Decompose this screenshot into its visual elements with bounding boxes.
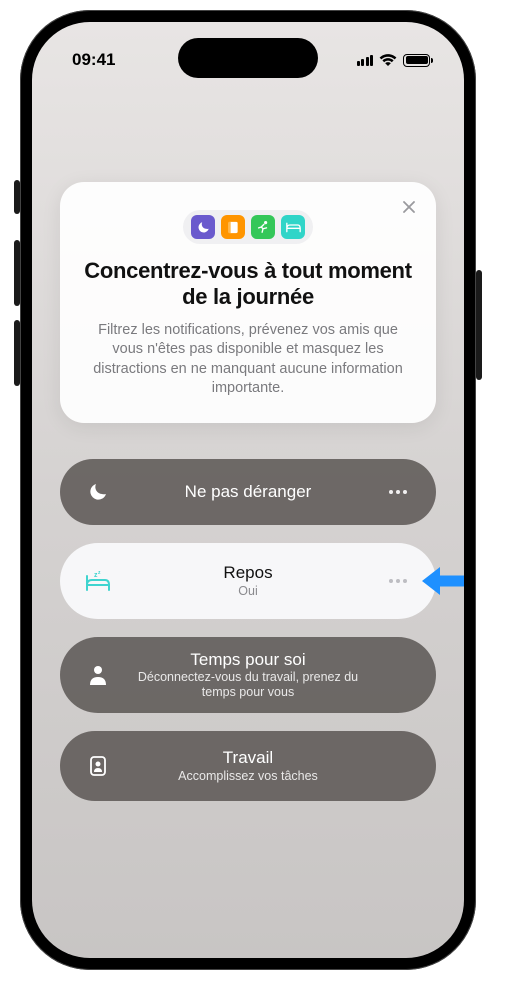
pointer-arrow-icon xyxy=(418,561,464,601)
close-icon[interactable] xyxy=(398,196,420,218)
runner-icon xyxy=(251,215,275,239)
focus-label: Ne pas déranger xyxy=(185,482,312,502)
screen: 09:41 xyxy=(32,22,464,958)
focus-label: Temps pour soi xyxy=(190,650,305,670)
person-icon xyxy=(82,665,114,685)
svg-text:z: z xyxy=(98,570,101,576)
moon-icon xyxy=(82,482,114,502)
more-icon[interactable] xyxy=(382,579,414,583)
dynamic-island xyxy=(178,38,318,78)
bed-sleep-icon: z z xyxy=(82,570,114,592)
hardware-power-button xyxy=(476,270,482,380)
focus-label: Travail xyxy=(223,748,273,768)
focus-item-dnd[interactable]: Ne pas déranger xyxy=(60,459,436,525)
cellular-signal-icon xyxy=(357,55,374,66)
status-right xyxy=(357,53,431,67)
book-icon xyxy=(221,215,245,239)
focus-setup-content: Concentrez-vous à tout moment de la jour… xyxy=(32,182,464,801)
intro-title: Concentrez-vous à tout moment de la jour… xyxy=(82,258,414,311)
intro-card: Concentrez-vous à tout moment de la jour… xyxy=(60,182,436,423)
intro-description: Filtrez les notifications, prévenez vos … xyxy=(82,321,414,399)
status-time: 09:41 xyxy=(72,50,115,70)
focus-item-personal[interactable]: Temps pour soi Déconnectez-vous du trava… xyxy=(60,637,436,713)
wifi-icon xyxy=(379,53,397,67)
bed-icon xyxy=(281,215,305,239)
focus-mode-list: Ne pas déranger z z Repos Oui xyxy=(60,459,436,801)
focus-item-work[interactable]: Travail Accomplissez vos tâches xyxy=(60,731,436,801)
more-icon[interactable] xyxy=(382,490,414,494)
focus-sublabel: Accomplissez vos tâches xyxy=(178,769,318,784)
phone-frame: 09:41 xyxy=(20,10,476,970)
focus-item-sleep[interactable]: z z Repos Oui xyxy=(60,543,436,619)
focus-sublabel: Déconnectez-vous du travail, prenez du t… xyxy=(120,670,376,700)
focus-label: Repos xyxy=(223,563,272,583)
moon-icon xyxy=(191,215,215,239)
focus-sublabel: Oui xyxy=(238,584,257,599)
battery-icon xyxy=(403,54,430,67)
intro-icon-row xyxy=(183,210,313,244)
badge-icon xyxy=(82,756,114,776)
